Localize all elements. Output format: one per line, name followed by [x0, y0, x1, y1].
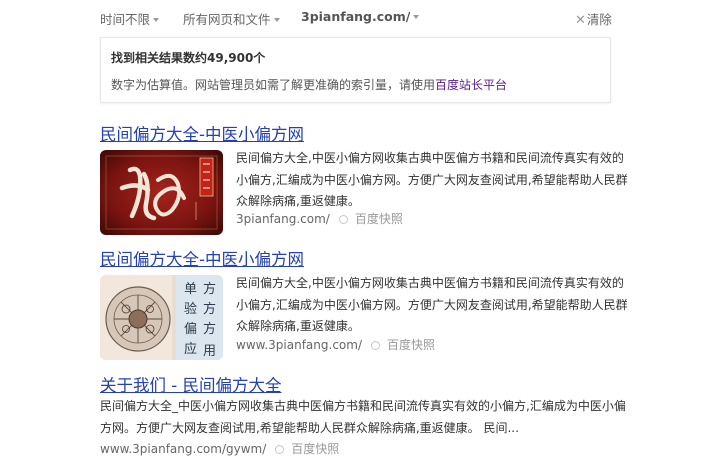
search-result: 关于我们 - 民间偏方大全 — [100, 372, 660, 396]
book-title-char: 验 — [184, 301, 197, 317]
page-type-filter-dropdown[interactable]: 所有网页和文件 — [183, 9, 280, 28]
clear-filters-button[interactable]: ✕清除 — [575, 9, 612, 28]
site-filter-label: 3pianfang.com/ — [301, 9, 411, 24]
thumbnail-image — [100, 150, 223, 235]
page-type-filter-label: 所有网页和文件 — [183, 12, 271, 27]
result-abstract: 民间偏方大全,中医小偏方网收集古典中医偏方书籍和民间流传真实有效的小偏方,汇编成… — [236, 276, 628, 333]
clear-filters-label: 清除 — [586, 12, 612, 27]
cached-snapshot-link[interactable]: 百度快照 — [291, 442, 339, 456]
result-title-link[interactable]: 关于我们 - 民间偏方大全 — [100, 372, 660, 396]
result-count: 找到相关结果数约49,900个 — [111, 51, 266, 65]
result-url-link[interactable]: www.3pianfang.com/gywm/ — [100, 442, 266, 456]
estimate-note: 数字为估算值。网站管理员如需了解更准确的索引量，请使用百度站长平台 — [111, 76, 507, 93]
result-url-link[interactable]: 3pianfang.com/ — [236, 212, 330, 226]
result-abstract: 民间偏方大全_中医小偏方网收集古典中医偏方书籍和民间流传真实有效的小偏方,汇编成… — [100, 399, 626, 435]
security-shield-icon — [338, 215, 348, 224]
book-title-char: 偏 — [184, 322, 197, 337]
time-filter-label: 时间不限 — [100, 12, 151, 27]
result-source-line: 3pianfang.com/百度快照 — [236, 210, 403, 227]
close-icon: ✕ — [575, 13, 586, 28]
book-title-char: 方 — [203, 321, 216, 337]
book-title-char: 方 — [203, 301, 216, 317]
result-source-line: www.3pianfang.com/gywm/百度快照 — [100, 440, 339, 457]
time-filter-dropdown[interactable]: 时间不限 — [100, 9, 160, 28]
result-count-panel: 找到相关结果数约49,900个 数字为估算值。网站管理员如需了解更准确的索引量，… — [100, 37, 611, 103]
chevron-down-icon — [413, 14, 420, 19]
book-title-char: 单 — [184, 282, 197, 297]
estimate-note-text: 数字为估算值。网站管理员如需了解更准确的索引量，请使用 — [111, 78, 436, 92]
webmaster-platform-link[interactable]: 百度站长平台 — [435, 78, 507, 92]
search-filter-bar: 时间不限 所有网页和文件 3pianfang.com/ ✕清除 — [0, 0, 709, 34]
result-abstract: 民间偏方大全,中医小偏方网收集古典中医偏方书籍和民间流传真实有效的小偏方,汇编成… — [236, 151, 628, 208]
red-calligraphy-thumbnail[interactable] — [100, 150, 223, 235]
result-title-link[interactable]: 民间偏方大全-中医小偏方网 — [100, 246, 660, 270]
search-result: 民间偏方大全-中医小偏方网 — [100, 121, 660, 145]
security-shield-icon — [371, 341, 380, 350]
book-title-char: 用 — [203, 344, 216, 359]
chevron-down-icon — [153, 17, 160, 22]
cached-snapshot-link[interactable]: 百度快照 — [355, 212, 403, 226]
result-url-link[interactable]: www.3pianfang.com/ — [236, 338, 362, 352]
book-title-char: 应 — [184, 341, 197, 357]
result-title-link[interactable]: 民间偏方大全-中医小偏方网 — [100, 121, 660, 145]
result-source-line: www.3pianfang.com/百度快照 — [236, 336, 435, 353]
chevron-down-icon — [273, 17, 280, 22]
book-cover-thumbnail[interactable]: 单 方 验 方 偏 方 应 用 — [100, 275, 223, 360]
site-filter-dropdown[interactable]: 3pianfang.com/ — [301, 9, 420, 24]
security-shield-icon — [275, 445, 285, 454]
cached-snapshot-link[interactable]: 百度快照 — [387, 338, 435, 352]
thumbnail-image: 单 方 验 方 偏 方 应 用 — [100, 275, 223, 360]
book-title-char: 方 — [203, 281, 216, 297]
search-result: 民间偏方大全-中医小偏方网 — [100, 246, 660, 270]
